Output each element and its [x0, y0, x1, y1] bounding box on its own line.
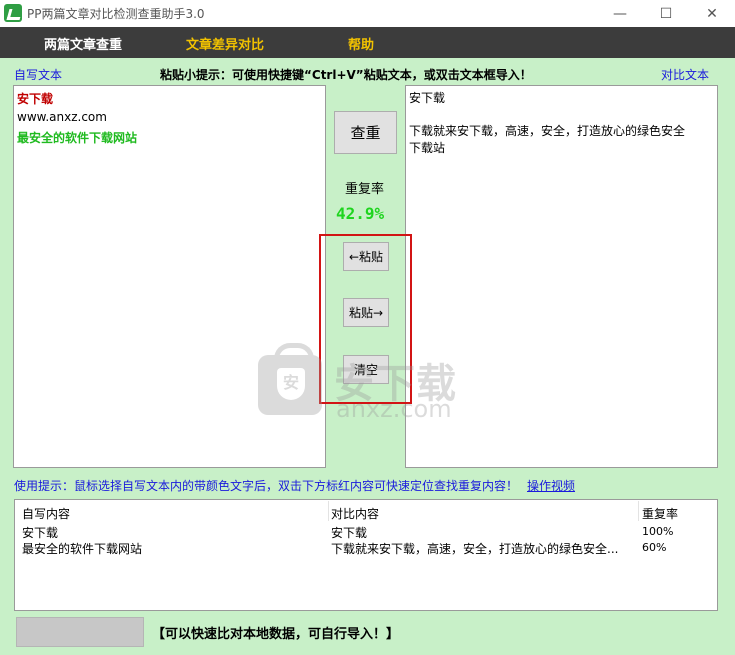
- column-divider[interactable]: [638, 501, 639, 521]
- table-cell[interactable]: 下载就来安下载，高速，安全，打造放心的绿色安全...: [331, 540, 618, 557]
- close-button[interactable]: ✕: [689, 0, 735, 27]
- table-cell[interactable]: 最安全的软件下载网站: [22, 540, 142, 557]
- menu-item-diff-compare[interactable]: 文章差异对比: [186, 34, 264, 53]
- maximize-button[interactable]: ☐: [643, 0, 689, 27]
- paste-right-button[interactable]: 粘贴→: [343, 298, 389, 327]
- usage-hint: 使用提示：鼠标选择自写文本内的带颜色文字后，双击下方标红内容可快速定位查找重复内…: [14, 479, 519, 493]
- window-title: PP两篇文章对比检测查重助手3.0: [27, 7, 205, 21]
- right-text-line: 安下载: [409, 91, 446, 105]
- table-header[interactable]: 重复率: [642, 505, 678, 522]
- right-text-line: 下载就来安下载，高速，安全，打造放心的绿色安全: [409, 124, 686, 138]
- rate-label: 重复率: [345, 182, 385, 197]
- self-text-label: 自写文本: [14, 68, 63, 82]
- minimize-button[interactable]: —: [597, 0, 643, 27]
- menu-bar: 两篇文章查重 文章差异对比 帮助: [0, 27, 735, 58]
- table-cell[interactable]: 100%: [642, 525, 673, 538]
- check-duplicate-button[interactable]: 查重: [334, 111, 397, 154]
- compare-text-box[interactable]: 安下载 下载就来安下载，高速，安全，打造放心的绿色安全 下载站: [405, 85, 718, 468]
- paste-left-button[interactable]: ←粘贴: [343, 242, 389, 271]
- import-note: 【可以快速比对本地数据，可自行导入！】: [152, 627, 400, 642]
- table-cell[interactable]: 安下载: [331, 524, 367, 541]
- table-header[interactable]: 自写内容: [22, 505, 70, 522]
- column-divider[interactable]: [328, 501, 329, 521]
- table-cell[interactable]: 安下载: [22, 524, 58, 541]
- clear-button[interactable]: 清空: [343, 355, 389, 384]
- menu-item-help[interactable]: 帮助: [348, 34, 374, 53]
- paste-hint: 粘贴小提示：可使用快捷键“Ctrl+V”粘贴文本，或双击文本框导入！: [160, 68, 532, 82]
- app-logo-icon: [4, 4, 22, 22]
- main-panel: 自写文本 粘贴小提示：可使用快捷键“Ctrl+V”粘贴文本，或双击文本框导入！ …: [0, 58, 735, 655]
- compare-text-label: 对比文本: [661, 68, 710, 82]
- result-table[interactable]: 自写内容 对比内容 重复率 安下载 安下载 100% 最安全的软件下载网站 下载…: [14, 499, 718, 611]
- left-text-line: 最安全的软件下载网站: [17, 131, 138, 145]
- table-cell[interactable]: 60%: [642, 541, 666, 554]
- import-button[interactable]: [16, 617, 144, 647]
- left-text-line: www.anxz.com: [17, 110, 107, 124]
- self-text-box[interactable]: 安下载 www.anxz.com 最安全的软件下载网站: [13, 85, 326, 468]
- title-bar: PP两篇文章对比检测查重助手3.0 — ☐ ✕: [0, 0, 735, 27]
- rate-value: 42.9%: [336, 204, 385, 223]
- left-text-line: 安下载: [17, 92, 54, 106]
- table-header[interactable]: 对比内容: [331, 505, 379, 522]
- video-link[interactable]: 操作视频: [527, 477, 575, 494]
- menu-item-dual-check[interactable]: 两篇文章查重: [44, 34, 122, 53]
- right-text-line: 下载站: [409, 141, 446, 155]
